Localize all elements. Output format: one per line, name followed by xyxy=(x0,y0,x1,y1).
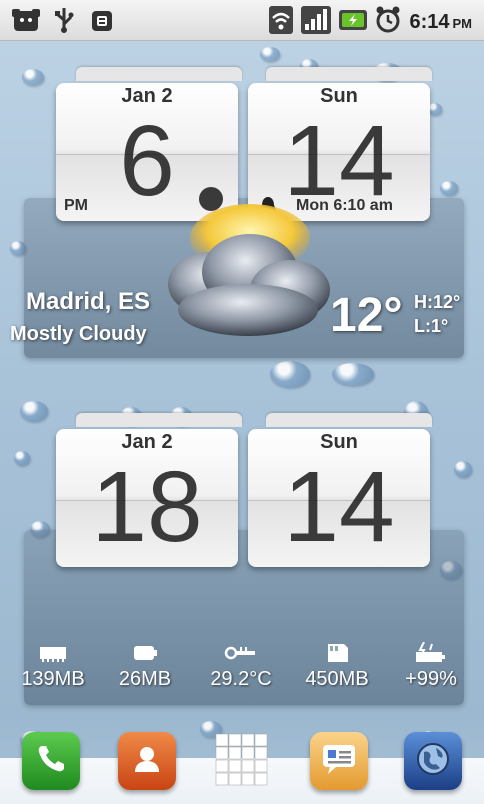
status-bar[interactable]: 6:14 PM xyxy=(0,0,484,41)
water-drop xyxy=(270,361,310,387)
system-stats[interactable]: 139MB 26MB 29.2°C 450MB +99% xyxy=(6,640,478,704)
status-clock: 6:14 PM xyxy=(409,10,472,33)
left-number: 18 xyxy=(91,451,203,563)
ram-value: 139MB xyxy=(21,668,85,690)
app-dock xyxy=(0,718,484,804)
day-number-card[interactable]: Sun 14 xyxy=(248,429,430,567)
thermometer-icon xyxy=(194,640,288,666)
storage-stat[interactable]: 26MB xyxy=(98,640,192,691)
app-drawer-icon xyxy=(214,732,268,790)
right-number: 14 xyxy=(283,451,395,563)
card-divider xyxy=(248,154,430,155)
battery-stat[interactable]: +99% xyxy=(384,640,478,691)
water-drop xyxy=(22,69,44,85)
alarm-clock-icon xyxy=(375,6,401,38)
battery-charging-icon xyxy=(339,6,368,38)
browser-icon xyxy=(414,740,452,782)
card-stack-edge xyxy=(76,413,242,427)
sd-card-value: 450MB xyxy=(305,668,369,690)
partly-cloudy-icon xyxy=(150,198,340,352)
browser-button[interactable] xyxy=(404,732,462,790)
water-drop xyxy=(20,401,48,421)
temperature-stat[interactable]: 29.2°C xyxy=(194,640,288,691)
water-drop xyxy=(454,461,472,477)
card-stack-edge xyxy=(266,67,432,81)
battery-value: +99% xyxy=(405,668,457,690)
weather-high: H:12° xyxy=(414,292,461,312)
water-drop xyxy=(428,103,442,115)
battery-level-icon xyxy=(384,640,478,666)
weather-temp: 12° xyxy=(330,289,403,342)
ram-icon xyxy=(6,640,100,666)
storage-value: 26MB xyxy=(118,668,172,690)
water-drop xyxy=(260,47,280,61)
phone-icon xyxy=(34,742,68,780)
messaging-button[interactable] xyxy=(310,732,368,790)
weather-condition: Mostly Cloudy xyxy=(10,323,147,345)
card-divider xyxy=(56,154,238,155)
usb-icon xyxy=(50,6,78,34)
weather-city: Madrid, ES xyxy=(26,288,151,315)
sd-card-icon xyxy=(290,640,384,666)
android-debug-icon xyxy=(88,6,116,34)
app-drawer-button[interactable] xyxy=(212,732,270,790)
weather-low: L:1° xyxy=(414,316,449,336)
card-stack-edge xyxy=(266,413,432,427)
temperature-value: 29.2°C xyxy=(210,668,272,690)
wifi-icon xyxy=(269,6,294,38)
water-drop xyxy=(440,181,458,195)
phone-button[interactable] xyxy=(22,732,80,790)
water-drop xyxy=(332,363,374,385)
water-drop xyxy=(14,451,30,465)
contacts-icon xyxy=(130,742,164,780)
usb-connected-icon xyxy=(12,6,40,34)
date-number-card[interactable]: Jan 2 18 xyxy=(56,429,238,567)
messaging-icon xyxy=(320,742,358,780)
storage-icon xyxy=(98,640,192,666)
ampm-label: PM xyxy=(64,197,88,214)
ram-stat[interactable]: 139MB xyxy=(6,640,100,691)
contacts-button[interactable] xyxy=(118,732,176,790)
card-divider xyxy=(248,500,430,501)
sd-card-stat[interactable]: 450MB xyxy=(290,640,384,691)
signal-icon xyxy=(301,6,332,38)
card-divider xyxy=(56,500,238,501)
card-stack-edge xyxy=(76,67,242,81)
